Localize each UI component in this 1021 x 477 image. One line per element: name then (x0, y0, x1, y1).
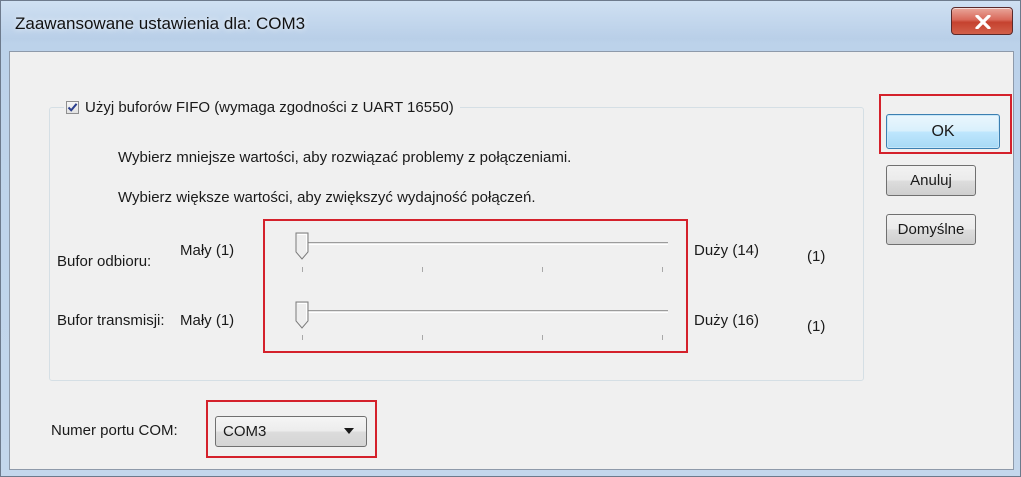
receive-buffer-min-label: Mały (1) (180, 242, 235, 259)
window-title: Zaawansowane ustawienia dla: COM3 (15, 14, 306, 33)
port-label: Numer portu COM: (51, 422, 178, 439)
highlight-buffer-sliders (263, 219, 688, 353)
highlight-ok-button (879, 94, 1012, 154)
fifo-checkbox[interactable] (66, 100, 79, 114)
cancel-button[interactable]: Anuluj (886, 165, 976, 196)
close-icon (975, 15, 991, 29)
transmit-buffer-min-label: Mały (1) (180, 312, 235, 329)
transmit-buffer-label: Bufor transmisji: (57, 312, 165, 329)
close-button[interactable] (951, 7, 1013, 35)
hint-smaller-values: Wybierz mniejsze wartości, aby rozwiązać… (118, 149, 572, 166)
fifo-checkbox-label: Użyj buforów FIFO (wymaga zgodności z UA… (85, 98, 454, 116)
fifo-checkbox-row[interactable]: Użyj buforów FIFO (wymaga zgodności z UA… (64, 96, 460, 118)
defaults-button[interactable]: Domyślne (886, 214, 976, 245)
checkmark-icon (67, 102, 78, 112)
transmit-buffer-value: (1) (807, 318, 826, 335)
transmit-buffer-max-label: Duży (16) (694, 312, 760, 329)
receive-buffer-label: Bufor odbioru: (57, 253, 152, 270)
highlight-port-dropdown (206, 400, 377, 458)
receive-buffer-value: (1) (807, 248, 826, 265)
title-bar[interactable]: Zaawansowane ustawienia dla: COM3 (1, 1, 1020, 51)
receive-buffer-max-label: Duży (14) (694, 242, 760, 259)
hint-larger-values: Wybierz większe wartości, aby zwiększyć … (118, 189, 536, 206)
